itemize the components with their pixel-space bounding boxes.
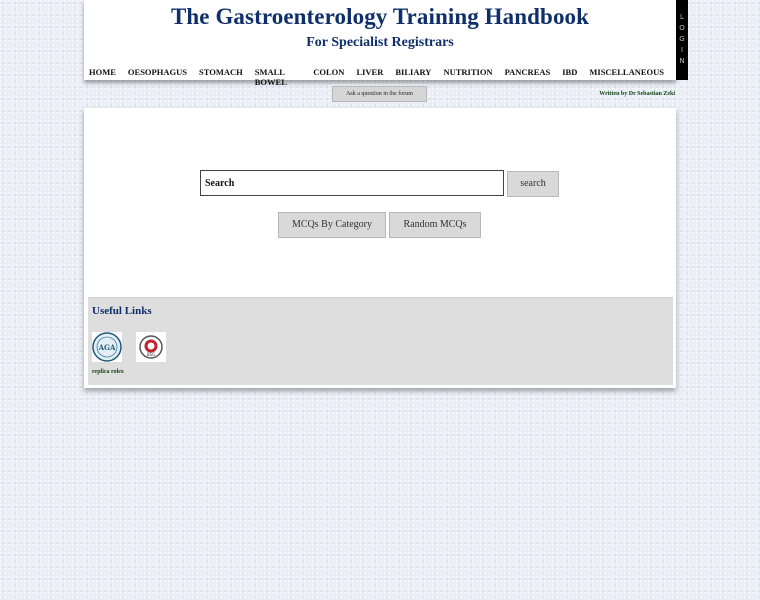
login-letter: O — [679, 24, 685, 32]
author-credit: Written by Dr Sebastian Zeki — [599, 91, 675, 97]
search-input[interactable] — [200, 170, 504, 196]
search-button[interactable]: search — [507, 171, 559, 197]
nav-liver[interactable]: LIVER — [356, 67, 383, 87]
nav-colon[interactable]: COLON — [313, 67, 344, 87]
nav-nutrition[interactable]: NUTRITION — [443, 67, 492, 87]
login-letter: G — [679, 35, 685, 43]
site-header: The Gastroenterology Training Handbook F… — [84, 0, 688, 87]
bsg-logo[interactable]: BSG — [136, 332, 166, 362]
nav-miscellaneous[interactable]: MISCELLANEOUS — [589, 67, 664, 87]
login-letter: L — [680, 13, 684, 21]
login-letter: N — [679, 57, 685, 65]
nav-small-bowel[interactable]: SMALL BOWEL — [255, 67, 302, 87]
main-nav: HOME OESOPHAGUS STOMACH SMALL BOWEL COLO… — [89, 67, 676, 87]
nav-pancreas[interactable]: PANCREAS — [505, 67, 551, 87]
random-mcqs-button[interactable]: Random MCQs — [389, 212, 481, 238]
nav-oesophagus[interactable]: OESOPHAGUS — [128, 67, 187, 87]
login-tab[interactable]: L O G I N — [676, 0, 688, 80]
aga-logo[interactable]: AGA — [92, 332, 122, 362]
useful-link-text[interactable]: replica rolex — [92, 369, 124, 375]
useful-links-heading: Useful Links — [92, 305, 152, 317]
site-title: The Gastroenterology Training Handbook — [170, 4, 590, 29]
nav-home[interactable]: HOME — [89, 67, 116, 87]
bsg-logo-text: BSG — [147, 352, 155, 357]
main-panel: search MCQs By Category Random MCQs Usef… — [84, 108, 676, 388]
mcqs-by-category-button[interactable]: MCQs By Category — [278, 212, 386, 238]
nav-stomach[interactable]: STOMACH — [199, 67, 243, 87]
nav-biliary[interactable]: BILIARY — [395, 67, 431, 87]
ask-forum-button[interactable]: Ask a question in the forum — [332, 86, 427, 102]
site-subtitle: For Specialist Registrars — [306, 35, 454, 50]
login-letter: I — [680, 46, 684, 54]
useful-links-panel: Useful Links AGA BSG replica rolex — [88, 297, 673, 385]
aga-logo-text: AGA — [98, 343, 116, 352]
nav-ibd[interactable]: IBD — [562, 67, 577, 87]
